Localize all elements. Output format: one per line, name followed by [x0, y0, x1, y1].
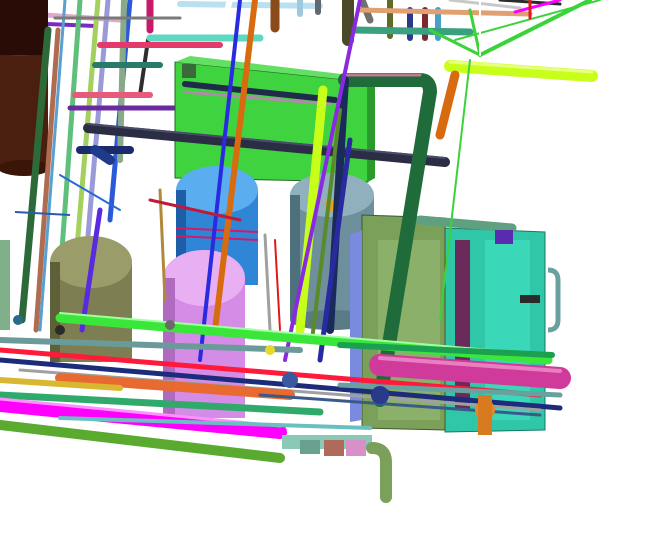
piping-model-render — [0, 0, 601, 503]
top-pipe-rack — [0, 0, 601, 57]
bottom-outlet — [282, 435, 392, 503]
3d-model-viewport[interactable] — [0, 0, 671, 542]
